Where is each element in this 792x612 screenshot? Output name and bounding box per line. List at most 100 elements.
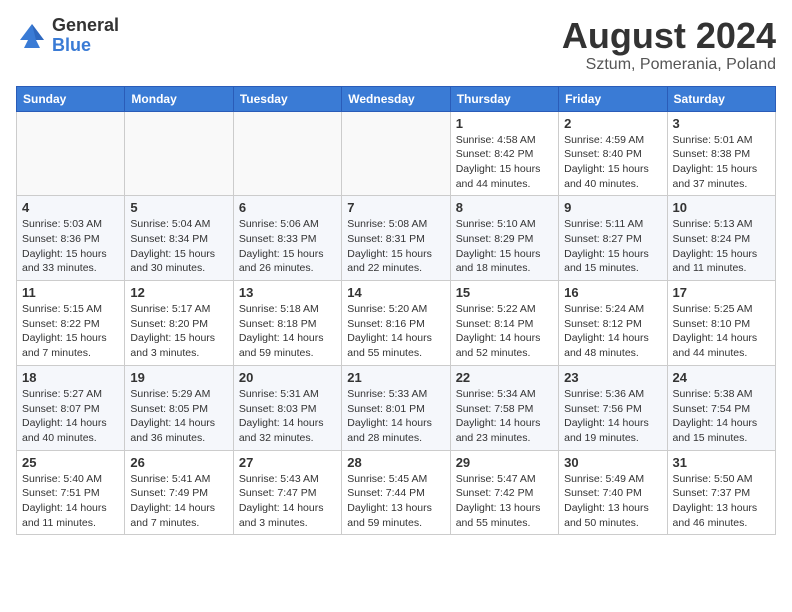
day-info: Sunrise: 5:50 AM Sunset: 7:37 PM Dayligh…	[673, 472, 770, 531]
day-number: 28	[347, 455, 444, 470]
calendar-cell: 1Sunrise: 4:58 AM Sunset: 8:42 PM Daylig…	[450, 111, 558, 196]
calendar-table: SundayMondayTuesdayWednesdayThursdayFrid…	[16, 86, 776, 536]
day-info: Sunrise: 5:24 AM Sunset: 8:12 PM Dayligh…	[564, 302, 661, 361]
day-number: 10	[673, 200, 770, 215]
logo-text: General Blue	[52, 16, 119, 56]
day-info: Sunrise: 5:20 AM Sunset: 8:16 PM Dayligh…	[347, 302, 444, 361]
calendar-cell: 30 Sunrise: 5:49 AM Sunset: 7:40 PM Dayli…	[559, 450, 667, 535]
day-info: Sunrise: 5:22 AM Sunset: 8:14 PM Dayligh…	[456, 302, 553, 361]
calendar-week-5: 25 Sunrise: 5:40 AM Sunset: 7:51 PM Dayli…	[17, 450, 776, 535]
calendar-cell: 9 Sunrise: 5:11 AM Sunset: 8:27 PM Daylig…	[559, 196, 667, 281]
day-number: 19	[130, 370, 227, 385]
calendar-cell	[17, 111, 125, 196]
day-info: Sunrise: 5:10 AM Sunset: 8:29 PM Dayligh…	[456, 217, 553, 276]
page-header: General Blue August 2024 Sztum, Pomerani…	[16, 16, 776, 74]
day-info: Sunrise: 5:38 AM Sunset: 7:54 PM Dayligh…	[673, 387, 770, 446]
day-header-tuesday: Tuesday	[233, 86, 341, 111]
day-header-friday: Friday	[559, 86, 667, 111]
day-info: Sunrise: 5:41 AM Sunset: 7:49 PM Dayligh…	[130, 472, 227, 531]
day-number: 18	[22, 370, 119, 385]
calendar-cell: 31 Sunrise: 5:50 AM Sunset: 7:37 PM Dayli…	[667, 450, 775, 535]
day-number: 8	[456, 200, 553, 215]
logo-blue-text: Blue	[52, 36, 119, 56]
calendar-cell: 21 Sunrise: 5:33 AM Sunset: 8:01 PM Dayli…	[342, 365, 450, 450]
calendar-cell: 7Sunrise: 5:08 AM Sunset: 8:31 PM Daylig…	[342, 196, 450, 281]
day-header-monday: Monday	[125, 86, 233, 111]
day-number: 6	[239, 200, 336, 215]
logo-general-text: General	[52, 16, 119, 36]
main-title: August 2024	[562, 16, 776, 56]
day-info: Sunrise: 5:33 AM Sunset: 8:01 PM Dayligh…	[347, 387, 444, 446]
calendar-cell: 24 Sunrise: 5:38 AM Sunset: 7:54 PM Dayli…	[667, 365, 775, 450]
day-info: Sunrise: 5:43 AM Sunset: 7:47 PM Dayligh…	[239, 472, 336, 531]
day-number: 12	[130, 285, 227, 300]
calendar-cell: 5Sunrise: 5:04 AM Sunset: 8:34 PM Daylig…	[125, 196, 233, 281]
day-info: Sunrise: 5:11 AM Sunset: 8:27 PM Dayligh…	[564, 217, 661, 276]
calendar-cell: 12 Sunrise: 5:17 AM Sunset: 8:20 PM Dayli…	[125, 281, 233, 366]
day-number: 30	[564, 455, 661, 470]
logo-icon	[16, 20, 48, 52]
day-info: Sunrise: 5:18 AM Sunset: 8:18 PM Dayligh…	[239, 302, 336, 361]
calendar-cell: 28 Sunrise: 5:45 AM Sunset: 7:44 PM Dayli…	[342, 450, 450, 535]
day-header-thursday: Thursday	[450, 86, 558, 111]
day-number: 2	[564, 116, 661, 131]
day-number: 4	[22, 200, 119, 215]
day-info: Sunrise: 4:58 AM Sunset: 8:42 PM Dayligh…	[456, 133, 553, 192]
day-number: 24	[673, 370, 770, 385]
calendar-cell: 8 Sunrise: 5:10 AM Sunset: 8:29 PM Daylig…	[450, 196, 558, 281]
day-info: Sunrise: 5:40 AM Sunset: 7:51 PM Dayligh…	[22, 472, 119, 531]
calendar-cell: 23Sunrise: 5:36 AM Sunset: 7:56 PM Dayli…	[559, 365, 667, 450]
day-number: 16	[564, 285, 661, 300]
calendar-cell: 18Sunrise: 5:27 AM Sunset: 8:07 PM Dayli…	[17, 365, 125, 450]
calendar-cell: 25 Sunrise: 5:40 AM Sunset: 7:51 PM Dayli…	[17, 450, 125, 535]
day-number: 3	[673, 116, 770, 131]
day-info: Sunrise: 5:45 AM Sunset: 7:44 PM Dayligh…	[347, 472, 444, 531]
calendar-cell: 14 Sunrise: 5:20 AM Sunset: 8:16 PM Dayli…	[342, 281, 450, 366]
calendar-cell: 22 Sunrise: 5:34 AM Sunset: 7:58 PM Dayli…	[450, 365, 558, 450]
calendar-cell	[125, 111, 233, 196]
day-info: Sunrise: 5:31 AM Sunset: 8:03 PM Dayligh…	[239, 387, 336, 446]
day-number: 25	[22, 455, 119, 470]
day-number: 20	[239, 370, 336, 385]
day-header-wednesday: Wednesday	[342, 86, 450, 111]
title-block: August 2024 Sztum, Pomerania, Poland	[562, 16, 776, 74]
day-number: 13	[239, 285, 336, 300]
logo: General Blue	[16, 16, 119, 56]
day-number: 21	[347, 370, 444, 385]
day-number: 31	[673, 455, 770, 470]
calendar-week-4: 18Sunrise: 5:27 AM Sunset: 8:07 PM Dayli…	[17, 365, 776, 450]
day-number: 27	[239, 455, 336, 470]
day-info: Sunrise: 5:36 AM Sunset: 7:56 PM Dayligh…	[564, 387, 661, 446]
calendar-cell: 2Sunrise: 4:59 AM Sunset: 8:40 PM Daylig…	[559, 111, 667, 196]
day-number: 14	[347, 285, 444, 300]
calendar-cell: 10Sunrise: 5:13 AM Sunset: 8:24 PM Dayli…	[667, 196, 775, 281]
day-info: Sunrise: 5:47 AM Sunset: 7:42 PM Dayligh…	[456, 472, 553, 531]
day-number: 15	[456, 285, 553, 300]
calendar-cell: 19 Sunrise: 5:29 AM Sunset: 8:05 PM Dayli…	[125, 365, 233, 450]
day-info: Sunrise: 5:06 AM Sunset: 8:33 PM Dayligh…	[239, 217, 336, 276]
day-number: 17	[673, 285, 770, 300]
subtitle: Sztum, Pomerania, Poland	[562, 56, 776, 74]
day-info: Sunrise: 5:17 AM Sunset: 8:20 PM Dayligh…	[130, 302, 227, 361]
day-number: 22	[456, 370, 553, 385]
day-info: Sunrise: 5:49 AM Sunset: 7:40 PM Dayligh…	[564, 472, 661, 531]
day-info: Sunrise: 5:34 AM Sunset: 7:58 PM Dayligh…	[456, 387, 553, 446]
day-info: Sunrise: 5:15 AM Sunset: 8:22 PM Dayligh…	[22, 302, 119, 361]
calendar-cell: 13 Sunrise: 5:18 AM Sunset: 8:18 PM Dayli…	[233, 281, 341, 366]
day-info: Sunrise: 5:08 AM Sunset: 8:31 PM Dayligh…	[347, 217, 444, 276]
calendar-week-2: 4Sunrise: 5:03 AM Sunset: 8:36 PM Daylig…	[17, 196, 776, 281]
calendar-cell: 27 Sunrise: 5:43 AM Sunset: 7:47 PM Dayli…	[233, 450, 341, 535]
calendar-cell: 15 Sunrise: 5:22 AM Sunset: 8:14 PM Dayli…	[450, 281, 558, 366]
calendar-cell: 4Sunrise: 5:03 AM Sunset: 8:36 PM Daylig…	[17, 196, 125, 281]
day-info: Sunrise: 5:29 AM Sunset: 8:05 PM Dayligh…	[130, 387, 227, 446]
calendar-cell: 20 Sunrise: 5:31 AM Sunset: 8:03 PM Dayli…	[233, 365, 341, 450]
calendar-cell: 29Sunrise: 5:47 AM Sunset: 7:42 PM Dayli…	[450, 450, 558, 535]
calendar-week-1: 1Sunrise: 4:58 AM Sunset: 8:42 PM Daylig…	[17, 111, 776, 196]
calendar-cell	[233, 111, 341, 196]
day-info: Sunrise: 5:25 AM Sunset: 8:10 PM Dayligh…	[673, 302, 770, 361]
day-info: Sunrise: 5:01 AM Sunset: 8:38 PM Dayligh…	[673, 133, 770, 192]
day-number: 5	[130, 200, 227, 215]
day-number: 9	[564, 200, 661, 215]
calendar-week-3: 11Sunrise: 5:15 AM Sunset: 8:22 PM Dayli…	[17, 281, 776, 366]
calendar-header-row: SundayMondayTuesdayWednesdayThursdayFrid…	[17, 86, 776, 111]
